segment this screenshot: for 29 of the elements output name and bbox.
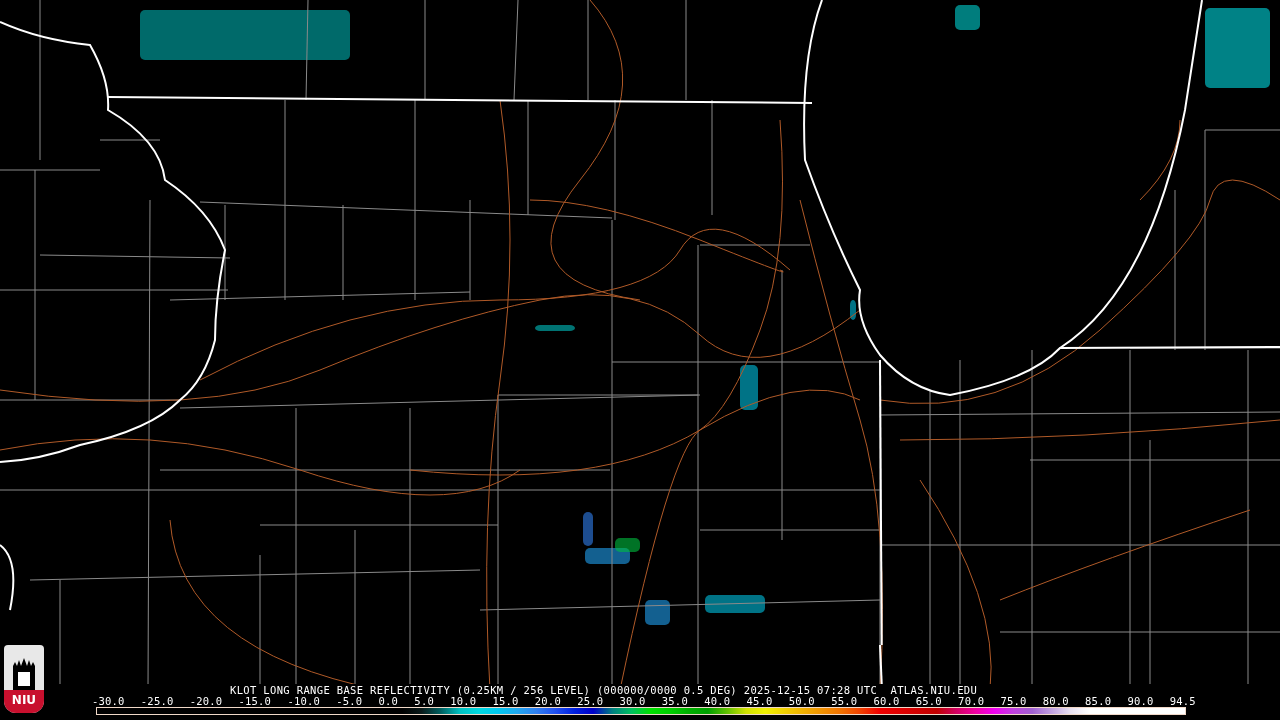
legend-tick-label: 40.0 — [704, 696, 731, 707]
legend-tick-label: -10.0 — [287, 696, 320, 707]
legend-tick-label: 60.0 — [873, 696, 900, 707]
legend-tick-label: 30.0 — [619, 696, 646, 707]
legend-tick-label: 85.0 — [1085, 696, 1112, 707]
product-title: KLOT LONG RANGE BASE REFLECTIVITY (0.25KM / 256 LEVEL) (000000/0000 0.5 DEG) 2025-12-15 07:28 UTC ATLAS.NIU.EDU — [230, 684, 978, 696]
legend-tick-label: 80.0 — [1042, 696, 1069, 707]
legend-tick-label: 50.0 — [788, 696, 815, 707]
legend-tick-label: 15.0 — [492, 696, 519, 707]
legend-tick-label: -5.0 — [336, 696, 363, 707]
legend-tick-label: 35.0 — [661, 696, 688, 707]
legend-tick-label: 10.0 — [450, 696, 477, 707]
legend-tick-label: 5.0 — [414, 696, 434, 707]
legend-tick-label: -15.0 — [238, 696, 272, 707]
tower-icon — [11, 656, 37, 690]
legend-tick-label: -30.0 — [92, 696, 125, 707]
legend-tick-label: -25.0 — [140, 696, 174, 707]
legend-tick-label: 94.5 — [1169, 696, 1196, 707]
legend-tick-label: 25.0 — [577, 696, 604, 707]
legend-tick-label: -20.0 — [189, 696, 223, 707]
legend-tick-label: 65.0 — [915, 696, 942, 707]
legend-tick-label: 20.0 — [534, 696, 561, 707]
legend-tick-label: 75.0 — [1000, 696, 1027, 707]
legend-tick-label: 45.0 — [746, 696, 773, 707]
logo-text: NIU — [4, 690, 44, 713]
legend-tick-label: 0.0 — [378, 696, 399, 707]
legend-tick-label: 70.0 — [958, 696, 985, 707]
legend-tick-label: 55.0 — [831, 696, 858, 707]
legend-tick-label: 90.0 — [1127, 696, 1154, 707]
